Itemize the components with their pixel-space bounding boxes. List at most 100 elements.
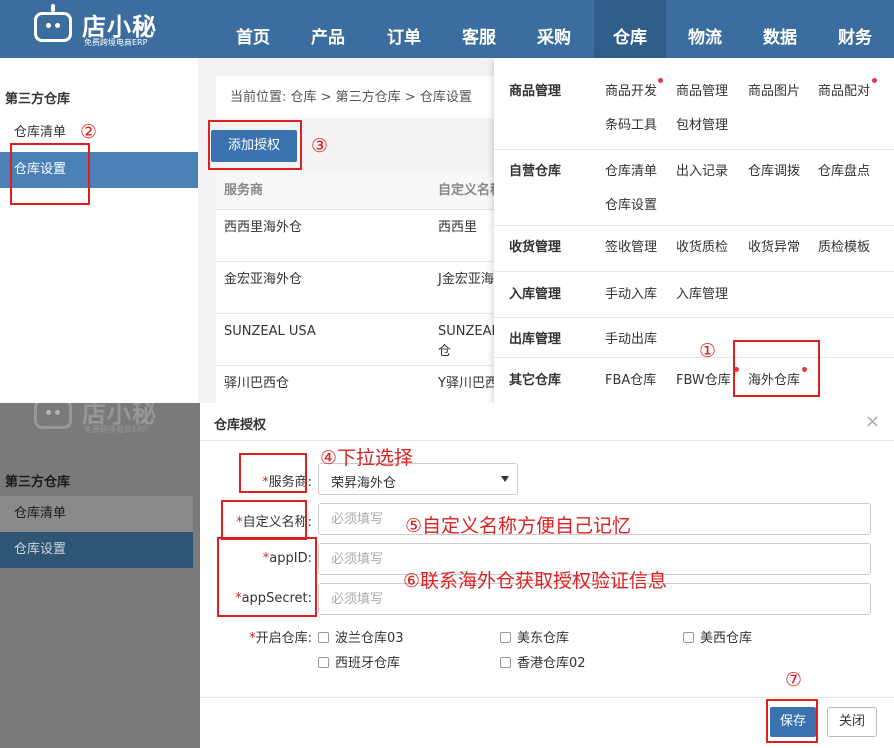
nav-customer-service[interactable]: 客服 bbox=[443, 0, 515, 58]
menu-link-inbound-management[interactable]: 入库管理 bbox=[676, 283, 728, 302]
menu-link-manual-outbound[interactable]: 手动出库 bbox=[605, 328, 657, 347]
checkbox-icon bbox=[500, 632, 511, 643]
annotation-box-provider bbox=[239, 453, 307, 493]
menu-category: 出库管理 bbox=[509, 332, 562, 347]
menu-link-barcode-tools[interactable]: 条码工具 bbox=[605, 114, 657, 133]
checkbox-icon bbox=[500, 657, 511, 668]
annotation-step-7: ⑦ bbox=[785, 669, 803, 691]
annotation-step-5: ⑤自定义名称方便自己记忆 bbox=[405, 515, 632, 537]
warehouse-checkbox-us-east[interactable]: 美东仓库 bbox=[500, 627, 569, 646]
menu-link-fba-warehouse[interactable]: FBA仓库 bbox=[605, 369, 656, 388]
menu-link-fbw-warehouse[interactable]: FBW仓库 bbox=[676, 369, 731, 388]
annotation-step-4: ④下拉选择 bbox=[320, 447, 414, 469]
dialog-title: 仓库授权 bbox=[214, 418, 267, 433]
annotation-box-save bbox=[766, 699, 818, 743]
warehouse-checkbox-us-west[interactable]: 美西仓库 bbox=[683, 627, 752, 646]
menu-link-warehouse-list[interactable]: 仓库清单 bbox=[605, 160, 657, 179]
menu-link-stocktaking[interactable]: 仓库盘点 bbox=[818, 160, 870, 179]
close-button[interactable]: 关闭 bbox=[827, 707, 877, 737]
annotation-box-overseas-warehouse bbox=[733, 340, 820, 397]
top-navbar: 店小秘 免费跨境电商ERP 首页 产品 订单 客服 采购 仓库 物流 数据 财务 bbox=[0, 0, 894, 58]
annotation-step-3: ③ bbox=[311, 135, 329, 157]
cell-custom-name: 西西里 bbox=[438, 220, 478, 235]
nav-purchasing[interactable]: 采购 bbox=[518, 0, 590, 58]
checkbox-icon bbox=[318, 657, 329, 668]
cell-provider: 金宏亚海外仓 bbox=[224, 272, 303, 287]
annotation-step-6: ⑥联系海外仓获取授权验证信息 bbox=[403, 570, 668, 592]
logo-subtitle: 免费跨境电商ERP bbox=[84, 425, 148, 434]
annotation-step-1: ① bbox=[699, 340, 717, 362]
menu-link-product-development[interactable]: 商品开发 bbox=[605, 80, 657, 99]
menu-link-receiving-exception[interactable]: 收货异常 bbox=[748, 236, 800, 255]
dialog-header: 仓库授权 × bbox=[200, 403, 894, 441]
nav-finance[interactable]: 财务 bbox=[819, 0, 891, 58]
chevron-down-icon bbox=[501, 476, 509, 482]
annotation-box-credentials bbox=[217, 537, 317, 617]
sidebar-item-warehouse-list: 仓库清单 bbox=[0, 496, 193, 532]
cell-provider: SUNZEAL USA bbox=[224, 324, 316, 339]
sidebar: 第三方仓库 仓库清单 仓库设置 bbox=[0, 70, 198, 403]
sidebar-title: 第三方仓库 bbox=[5, 475, 71, 490]
menu-group-product-management: 商品管理 商品开发 商品管理 商品图片 商品配对 条码工具 包材管理 bbox=[494, 58, 894, 150]
logo-subtitle: 免费跨境电商ERP bbox=[84, 38, 148, 47]
menu-category: 收货管理 bbox=[509, 240, 562, 255]
annotation-step-2: ② bbox=[80, 121, 98, 143]
warehouse-settings-page: 店小秘 免费跨境电商ERP 首页 产品 订单 客服 采购 仓库 物流 数据 财务… bbox=[0, 0, 894, 403]
annotation-box-sidebar-settings bbox=[10, 143, 90, 205]
menu-link-warehouse-settings[interactable]: 仓库设置 bbox=[605, 194, 657, 213]
nav-home[interactable]: 首页 bbox=[217, 0, 289, 58]
menu-category: 自营仓库 bbox=[509, 164, 562, 179]
menu-group-own-warehouse: 自营仓库 仓库清单 出入记录 仓库调拨 仓库盘点 仓库设置 bbox=[494, 150, 894, 226]
nav-data[interactable]: 数据 bbox=[744, 0, 816, 58]
menu-link-warehouse-transfer[interactable]: 仓库调拨 bbox=[748, 160, 800, 179]
checkbox-icon bbox=[683, 632, 694, 643]
annotation-box-custom-name bbox=[221, 500, 307, 540]
robot-logo-icon bbox=[34, 12, 72, 42]
menu-link-sign-receipt[interactable]: 签收管理 bbox=[605, 236, 657, 255]
logo-dimmed: 店小秘 免费跨境电商ERP bbox=[34, 403, 184, 437]
close-icon[interactable]: × bbox=[865, 411, 880, 432]
new-badge-dot bbox=[872, 78, 877, 83]
cell-custom-name: SUNZEAL 仓 bbox=[438, 324, 499, 359]
checkbox-icon bbox=[318, 632, 329, 643]
nav-orders[interactable]: 订单 bbox=[368, 0, 440, 58]
nav-products[interactable]: 产品 bbox=[292, 0, 364, 58]
warehouse-checkbox-poland-03[interactable]: 波兰仓库03 bbox=[318, 627, 404, 646]
annotation-box-add-auth bbox=[208, 120, 302, 170]
cell-provider: 西西里海外仓 bbox=[224, 220, 303, 235]
warehouse-checkbox-hongkong-02[interactable]: 香港仓库02 bbox=[500, 652, 586, 671]
menu-link-qc-template[interactable]: 质检模板 bbox=[818, 236, 870, 255]
robot-antenna-icon bbox=[51, 4, 55, 12]
sidebar-item-warehouse-settings: 仓库设置 bbox=[0, 532, 193, 568]
menu-link-product-images[interactable]: 商品图片 bbox=[748, 80, 800, 99]
menu-category: 商品管理 bbox=[509, 84, 562, 99]
nav-logistics[interactable]: 物流 bbox=[669, 0, 741, 58]
warehouse-checkbox-spain[interactable]: 西班牙仓库 bbox=[318, 652, 400, 671]
menu-group-inbound: 入库管理 手动入库 入库管理 bbox=[494, 272, 894, 318]
new-badge-dot bbox=[658, 78, 663, 83]
robot-logo-icon bbox=[34, 403, 72, 429]
menu-group-receiving: 收货管理 签收管理 收货质检 收货异常 质检模板 bbox=[494, 226, 894, 272]
menu-link-packaging[interactable]: 包材管理 bbox=[676, 114, 728, 133]
logo[interactable]: 店小秘 免费跨境电商ERP bbox=[34, 4, 184, 50]
menu-link-in-out-records[interactable]: 出入记录 bbox=[676, 160, 728, 179]
menu-link-receiving-qc[interactable]: 收货质检 bbox=[676, 236, 728, 255]
cell-custom-name: J金宏亚海 bbox=[438, 272, 494, 287]
enabled-warehouses-label: *开启仓库: bbox=[249, 631, 312, 646]
menu-category: 其它仓库 bbox=[509, 373, 562, 388]
provider-select-value: 荣昇海外仓 bbox=[331, 476, 397, 491]
menu-group-outbound: 出库管理 手动出库 bbox=[494, 318, 894, 358]
dialog-footer-divider bbox=[200, 697, 894, 698]
warehouse-dropdown-menu: 商品管理 商品开发 商品管理 商品图片 商品配对 条码工具 包材管理 自营仓库 … bbox=[494, 58, 894, 403]
sidebar-title: 第三方仓库 bbox=[5, 92, 71, 107]
authorization-modal-scene: 店小秘 免费跨境电商ERP 第三方仓库 仓库清单 仓库设置 仓库授权 × *服务… bbox=[0, 403, 894, 748]
cell-custom-name: Y驿川巴西 bbox=[438, 376, 498, 391]
column-header-provider: 服务商 bbox=[224, 183, 264, 198]
menu-link-product-management[interactable]: 商品管理 bbox=[676, 80, 728, 99]
nav-warehouse[interactable]: 仓库 bbox=[594, 0, 666, 58]
menu-group-other-warehouses: 其它仓库 FBA仓库 FBW仓库 海外仓库 bbox=[494, 358, 894, 403]
menu-link-manual-inbound[interactable]: 手动入库 bbox=[605, 283, 657, 302]
menu-category: 入库管理 bbox=[509, 287, 562, 302]
cell-provider: 驿川巴西仓 bbox=[224, 376, 290, 391]
menu-link-product-matching[interactable]: 商品配对 bbox=[818, 80, 870, 99]
